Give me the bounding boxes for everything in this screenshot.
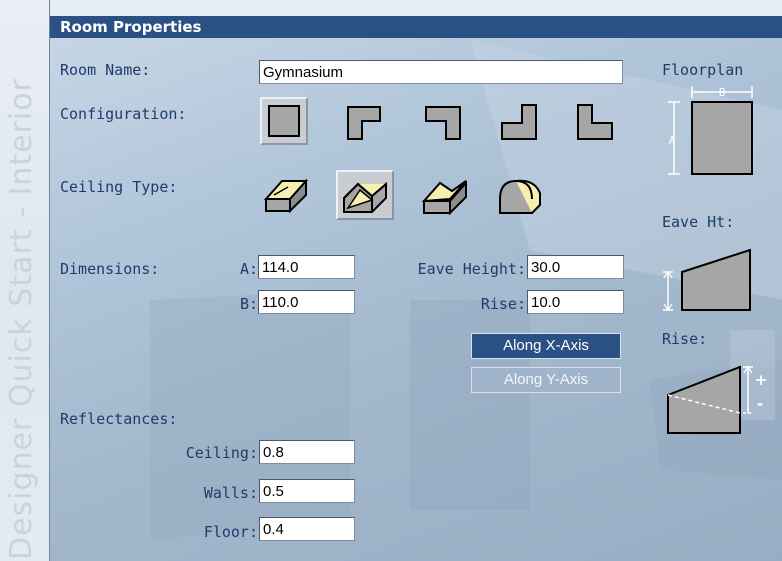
reverse-l-icon <box>425 106 461 140</box>
rise-diagram-label: Rise: <box>662 330 708 348</box>
ceiling-gable-button[interactable] <box>336 170 394 220</box>
room-name-label: Room Name: <box>60 61 151 79</box>
rise-input[interactable] <box>527 290 624 314</box>
rise-diagram: + - <box>667 365 768 434</box>
eave-height-label: Eave Height: <box>417 260 526 278</box>
panel-title: Room Properties <box>50 16 782 38</box>
dimension-b-label: B: <box>239 295 258 313</box>
floor-reflectance-input[interactable] <box>259 517 355 541</box>
window: Designer Quick Start - Interior Room Pro… <box>0 0 782 561</box>
sidebar-title: Designer Quick Start - Interior <box>4 78 39 560</box>
walls-reflectance-label: Walls: <box>203 484 258 502</box>
dimension-b-input[interactable] <box>258 290 355 314</box>
square-icon <box>268 105 300 137</box>
step-shape-icon <box>501 104 537 140</box>
arch-ceiling-icon <box>499 179 541 214</box>
eave-height-diagram <box>663 248 751 312</box>
dimension-a-input[interactable] <box>258 255 355 279</box>
ceiling-type-label: Ceiling Type: <box>60 178 178 196</box>
floorplan-b-marker: B <box>719 86 726 99</box>
config-square-button[interactable] <box>260 97 308 145</box>
eave-ht-label: Eave Ht: <box>662 213 735 231</box>
gable-ceiling-icon <box>343 181 387 213</box>
ceiling-notch-button[interactable] <box>418 171 474 219</box>
config-l-shape-button[interactable] <box>340 97 388 145</box>
floorplan-diagram: B A <box>668 86 753 175</box>
config-corner-l-button[interactable] <box>572 97 620 145</box>
config-reverse-l-button[interactable] <box>420 97 468 145</box>
dimension-a-label: A: <box>239 260 258 278</box>
reflectances-label: Reflectances: <box>60 410 178 428</box>
floorplan-label: Floorplan <box>662 61 744 79</box>
ceiling-arch-button[interactable] <box>492 171 548 219</box>
along-x-axis-button[interactable]: Along X-Axis <box>471 333 621 359</box>
along-y-axis-button[interactable]: Along Y-Axis <box>471 367 621 393</box>
room-properties-panel: Room Properties Room Name: Configuration… <box>49 0 782 561</box>
rise-minus-marker: - <box>757 395 763 413</box>
ceiling-reflectance-label: Ceiling: <box>185 444 258 462</box>
sidebar: Designer Quick Start - Interior <box>0 0 49 561</box>
l-shape-icon <box>347 106 381 140</box>
flat-ceiling-icon <box>263 178 309 214</box>
top-strip <box>50 0 782 16</box>
ceiling-reflectance-input[interactable] <box>259 440 355 464</box>
rise-plus-marker: + <box>755 371 768 389</box>
floor-reflectance-label: Floor: <box>203 523 258 541</box>
configuration-label: Configuration: <box>60 105 187 123</box>
room-name-input[interactable] <box>259 60 623 84</box>
dimensions-label: Dimensions: <box>60 260 160 278</box>
rise-label: Rise: <box>480 295 526 313</box>
corner-l-icon <box>577 104 613 140</box>
walls-reflectance-input[interactable] <box>259 479 355 503</box>
notch-ceiling-icon <box>421 180 467 216</box>
floorplan-a-marker: A <box>669 134 676 147</box>
eave-height-input[interactable] <box>527 255 624 279</box>
config-step-shape-button[interactable] <box>496 97 544 145</box>
ceiling-flat-button[interactable] <box>258 171 314 219</box>
